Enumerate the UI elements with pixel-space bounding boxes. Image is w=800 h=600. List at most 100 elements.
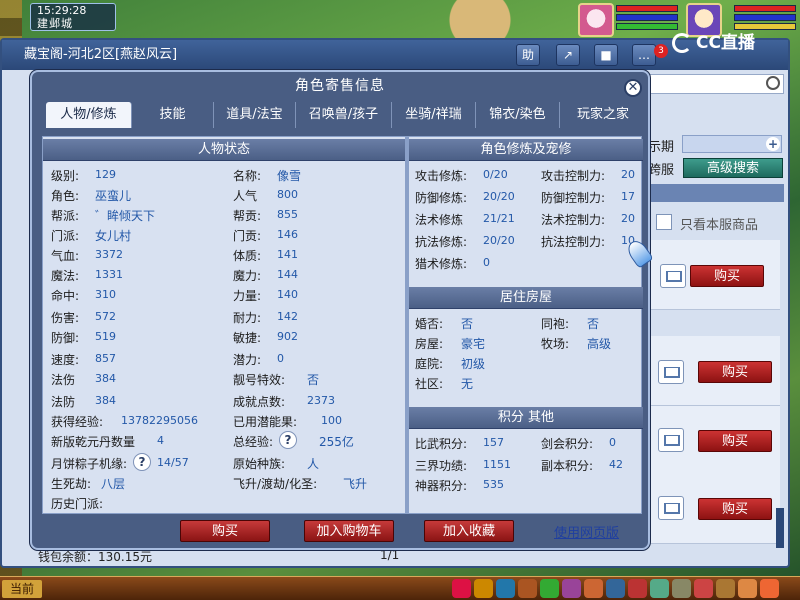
dungeon-points-value: 42 (609, 458, 623, 471)
tab-skills[interactable]: 技能 (132, 102, 214, 128)
only-this-server-label: 只看本服商品 (680, 218, 759, 233)
buy-button[interactable]: 购买 (690, 265, 764, 287)
ranch-label: 牧场: (541, 337, 570, 351)
pet-hp-bar (616, 5, 678, 12)
cart-icon[interactable] (658, 360, 684, 384)
share-icon[interactable]: ↗ (556, 44, 580, 66)
resist-cultivation-value: 20/20 (483, 234, 515, 247)
friend-icon[interactable] (650, 579, 669, 598)
role-sale-info-dialog: 角色寄售信息 ✕ 人物/修炼 技能 道具/法宝 召唤兽/孩子 坐骑/祥瑞 锦衣/… (30, 70, 654, 550)
give-icon[interactable] (496, 579, 515, 598)
pet-exp-bar (616, 23, 678, 30)
system-icon[interactable] (716, 579, 735, 598)
popularity-label: 人气 (233, 189, 258, 203)
tab-outfits[interactable]: 锦衣/染色 (476, 102, 560, 128)
add-to-favorites-button[interactable]: 加入收藏 (424, 520, 514, 542)
physique-label: 体质: (233, 249, 262, 263)
list-scrollbar[interactable] (776, 508, 784, 548)
advanced-search-button[interactable]: 高级搜索 (683, 158, 783, 178)
pk-points-value: 157 (483, 436, 504, 449)
cultivation-header: 角色修炼及宠修 (409, 139, 643, 161)
only-this-server-checkbox[interactable] (656, 214, 672, 230)
motion-icon[interactable] (672, 579, 691, 598)
sworn-value: 否 (587, 317, 600, 331)
ranch-value: 高级 (587, 337, 612, 351)
dungeon-points-label: 副本积分: (541, 459, 594, 473)
attack-cultivation-label: 攻击修炼: (415, 169, 468, 183)
item-icon[interactable] (474, 579, 493, 598)
shop-icon[interactable] (738, 579, 757, 598)
sanjie-merit-label: 三界功绩: (415, 459, 468, 473)
pet-portrait[interactable] (578, 3, 614, 37)
buy-button[interactable]: 购买 (180, 520, 270, 542)
defense-control-label: 防御控制力: (541, 191, 606, 205)
name-label: 名称: (233, 169, 262, 183)
mp-value: 1331 (95, 268, 123, 281)
player-anger-bar (734, 23, 796, 30)
close-icon[interactable]: ✕ (624, 79, 642, 97)
hud-time-text: 15:29:28 (37, 4, 87, 17)
search-input[interactable] (648, 74, 784, 94)
name-value: 像雪 (277, 169, 302, 183)
add-icon[interactable]: + (766, 137, 780, 151)
gift-icon[interactable] (760, 579, 779, 598)
task-icon[interactable] (584, 579, 603, 598)
buy-button[interactable]: 购买 (698, 498, 772, 520)
team-icon[interactable] (540, 579, 559, 598)
achievement-label: 成就点数: (233, 395, 286, 409)
attack-control-label: 攻击控制力: (541, 169, 606, 183)
attack-cultivation-value: 0/20 (483, 168, 508, 181)
tab-home[interactable]: 玩家之家 (560, 102, 646, 128)
help-icon[interactable]: ? (133, 453, 151, 471)
list-header-bar (648, 184, 784, 202)
trade-icon[interactable] (518, 579, 537, 598)
potential-label: 潜力: (233, 353, 262, 367)
mooncake-value: 14/57 (157, 456, 189, 469)
exp-label: 获得经验: (51, 415, 104, 429)
tab-items[interactable]: 道具/法宝 (214, 102, 296, 128)
cart-icon[interactable] (658, 496, 684, 520)
message-icon[interactable]: … (632, 44, 656, 66)
defense-cultivation-label: 防御修炼: (415, 191, 468, 205)
page-indicator: 1/1 (380, 548, 400, 562)
search-icon[interactable] (766, 76, 780, 90)
tab-mounts[interactable]: 坐骑/祥瑞 (392, 102, 476, 128)
hunt-cultivation-label: 猎术修炼: (415, 257, 468, 271)
tab-pets[interactable]: 召唤兽/孩子 (296, 102, 392, 128)
cart-icon[interactable] (658, 428, 684, 452)
channel-current-button[interactable]: 当前 (2, 580, 42, 598)
tab-character[interactable]: 人物/修炼 (46, 102, 132, 128)
endurance-value: 142 (277, 310, 298, 323)
school-contribution-value: 146 (277, 228, 298, 241)
pk-points-label: 比武积分: (415, 437, 468, 451)
speed-label: 速度: (51, 353, 80, 367)
guild-icon[interactable] (606, 579, 625, 598)
quick-icon[interactable] (628, 579, 647, 598)
jianhui-points-value: 0 (609, 436, 616, 449)
qianyuan-label: 新版乾元丹数量 (51, 435, 136, 449)
help-button[interactable]: 助 (516, 44, 540, 66)
agility-label: 敏捷: (233, 331, 262, 345)
attack-icon[interactable] (452, 579, 471, 598)
guild-value: ゛眸倾天下 (95, 209, 156, 223)
stop-icon[interactable]: ■ (594, 44, 618, 66)
help-icon[interactable]: ? (279, 431, 297, 449)
buy-button[interactable]: 购买 (698, 430, 772, 452)
qianyuan-value: 4 (157, 434, 164, 447)
endurance-label: 耐力: (233, 311, 262, 325)
hp-label: 气血: (51, 249, 80, 263)
activity-icon[interactable] (694, 579, 713, 598)
points-header: 积分 其他 (409, 407, 643, 429)
buy-button[interactable]: 购买 (698, 361, 772, 383)
speed-value: 857 (95, 352, 116, 365)
add-to-cart-button[interactable]: 加入购物车 (304, 520, 394, 542)
level-label: 级别: (51, 169, 80, 183)
pet-icon[interactable] (562, 579, 581, 598)
cart-icon[interactable] (660, 264, 686, 288)
agility-value: 902 (277, 330, 298, 343)
hp-value: 3372 (95, 248, 123, 261)
player-hp-bar (734, 5, 796, 12)
history-school-label: 历史门派: (51, 497, 104, 511)
dialog-content: 人物状态 级别: 129 名称: 像雪 角色: 巫蛮儿 人气 800 帮派: ゛… (42, 136, 643, 514)
use-web-version-link[interactable]: 使用网页版 (554, 522, 619, 541)
